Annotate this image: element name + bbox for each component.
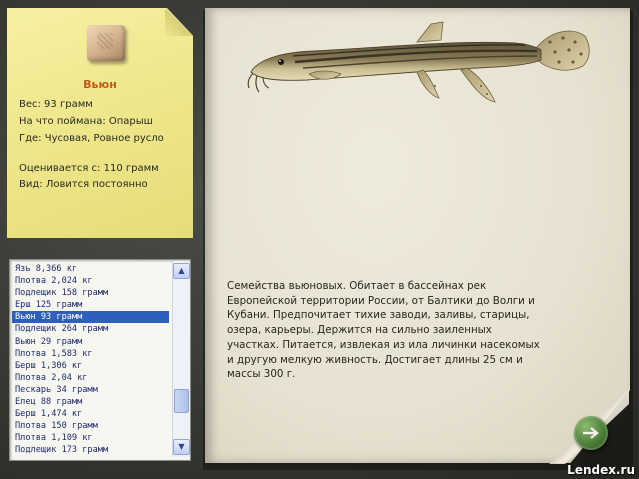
loach-fish-illustration [247,21,590,103]
scrollbar-thumb[interactable] [174,389,189,413]
list-item[interactable]: Плотва 1,109 кг [12,432,169,444]
chevron-down-icon[interactable]: ▼ [173,439,190,455]
fish-location: Где: Чусовая, Ровное русло [19,133,164,144]
list-item[interactable]: Елец 88 грамм [12,396,169,408]
catch-list-scrollbar[interactable]: ▲ ▼ [172,261,190,457]
list-item[interactable]: Плотва 1,583 кг [12,348,169,360]
list-item[interactable]: Подлещик 173 грамм [12,444,169,456]
catch-list-panel: Язь 8,366 кг Плотва 2,024 кг Подлещик 158 … [9,259,191,461]
watermark: Lendex.ru [567,463,635,477]
fish-name: Вьюн [83,78,117,91]
list-item[interactable]: Ерш 125 грамм [12,299,169,311]
list-item[interactable]: Пескарь 34 грамм [12,384,169,396]
next-page-button[interactable] [574,416,608,450]
pushpin-icon [87,25,125,61]
fish-bait: На что поймана: Опарыш [19,116,153,127]
list-item[interactable]: Берш 1,306 кг [12,360,169,372]
list-item[interactable]: Подлещик 264 грамм [12,323,169,335]
fish-valued-from: Оценивается с: 110 грамм [19,163,159,174]
list-item[interactable]: Вьюн 93 грамм [12,311,169,324]
list-item[interactable]: Плотва 2,024 кг [12,275,169,287]
list-item[interactable]: Берш 1,474 кг [12,408,169,420]
fish-info-note: Вьюн Вес: 93 грамм На что поймана: Опары… [7,8,197,244]
fish-weight: Вес: 93 грамм [19,99,93,110]
chevron-up-icon[interactable]: ▲ [173,263,190,279]
arrow-right-icon [583,427,599,439]
list-item[interactable]: Вьюн 29 грамм [12,336,169,348]
fish-description: Семейства вьюновых. Обитает в бассейнах … [227,280,540,381]
fish-type: Вид: Ловится постоянно [19,179,148,190]
list-item[interactable]: Плотва 150 грамм [12,420,169,432]
list-item[interactable]: Подлещик 158 грамм [12,287,169,299]
list-item[interactable]: Язь 8,366 кг [12,263,169,275]
list-item[interactable]: Плотва 2,04 кг [12,372,169,384]
catch-list[interactable]: Язь 8,366 кг Плотва 2,024 кг Подлещик 158 … [12,263,169,457]
